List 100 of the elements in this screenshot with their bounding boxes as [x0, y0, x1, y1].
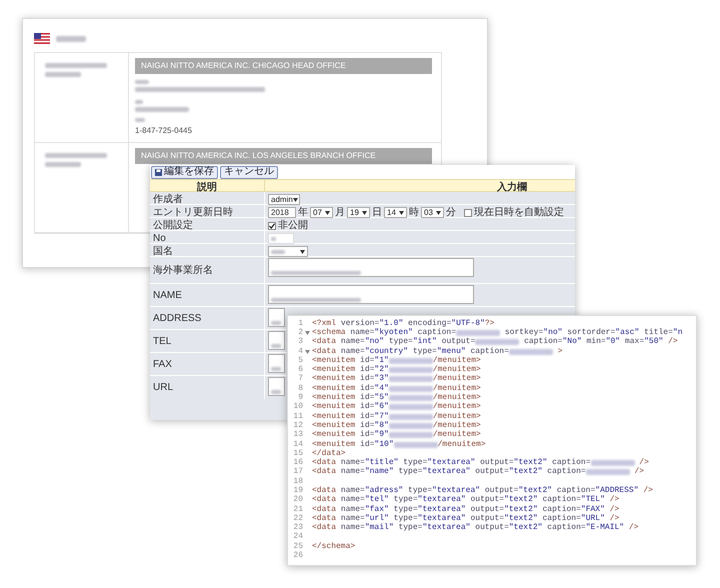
blurred-text [271, 236, 276, 240]
code-token: name= [340, 496, 365, 504]
code-token: /menuitem> [432, 422, 481, 430]
input-field[interactable] [268, 233, 294, 244]
blurred-text [388, 386, 433, 392]
code-token: <data [312, 496, 336, 504]
code-token: id= [359, 375, 374, 384]
code-token: output= [474, 468, 509, 476]
code-token: "title" [364, 459, 398, 468]
text-area[interactable] [268, 377, 285, 396]
code-token: "text2" [504, 506, 538, 514]
dropdown[interactable]: 19 [347, 207, 370, 218]
code-token: version= [340, 320, 380, 328]
code-token: output= [469, 496, 504, 504]
code-token: "text2" [514, 459, 548, 468]
code-token: type= [397, 468, 422, 476]
code-token: type= [388, 338, 413, 346]
line-number: 11 [292, 412, 303, 421]
blurred-text [271, 250, 285, 254]
fold-icon[interactable] [305, 330, 310, 335]
field-label: FAX [153, 358, 172, 372]
code-token: /> [639, 459, 649, 468]
code-token: name= [340, 486, 365, 495]
line-number: 2 [297, 328, 303, 337]
checkbox[interactable] [268, 222, 276, 230]
line-number: 9 [297, 394, 303, 402]
code-token: "textarea" [432, 486, 480, 495]
save-button[interactable]: 編集を保存 [151, 166, 218, 178]
code-token: "5" [374, 394, 389, 402]
checkbox[interactable] [464, 208, 472, 216]
dropdown[interactable]: 07 [310, 207, 333, 218]
line-number: 20 [292, 496, 303, 504]
blurred-text [388, 367, 433, 374]
code-token: "textarea" [418, 506, 466, 514]
code-token: output= [479, 459, 514, 468]
blurred-text [388, 376, 433, 382]
checkbox-label: 非公開 [278, 218, 308, 233]
dropdown[interactable]: 14 [384, 207, 407, 218]
code-token: <?xml [312, 320, 336, 328]
blurred-text [388, 422, 433, 429]
code-token: id= [359, 422, 374, 430]
code-token: /> [628, 524, 639, 532]
blurred-text [45, 153, 107, 158]
code-token: "asc" [615, 328, 640, 337]
code-token: "2" [374, 366, 389, 374]
year-field[interactable]: 2018 [268, 207, 296, 218]
code-token: name= [340, 338, 365, 346]
blurred-text [271, 320, 281, 325]
cancel-button[interactable]: キャンセル [220, 166, 278, 178]
code-token: <menuitem [312, 422, 356, 430]
caret-icon [399, 210, 404, 214]
code-token: "no" [543, 328, 562, 337]
dropdown[interactable]: admin [268, 194, 300, 205]
line-number: 12 [292, 422, 303, 430]
line-number: 6 [297, 366, 303, 374]
column-header: 入力欄 [496, 180, 528, 195]
code-token: "textarea" [427, 459, 476, 468]
field-label: ADDRESS [153, 312, 202, 326]
code-token: "10" [374, 440, 394, 448]
line-number: 5 [297, 356, 303, 365]
code-token: type= [412, 348, 437, 356]
code-token: "No" [562, 338, 582, 346]
text-area[interactable] [268, 308, 285, 327]
blurred-text [135, 80, 149, 84]
code-token: caption= [523, 338, 562, 346]
code-token: /menuitem> [432, 431, 481, 440]
code-token: caption= [541, 506, 581, 514]
text-area[interactable] [268, 354, 285, 373]
code-token: "4" [374, 384, 389, 393]
code-token: <menuitem [312, 394, 356, 402]
code-token: "0" [606, 338, 620, 346]
line-number: 10 [292, 403, 303, 412]
line-number: 19 [292, 486, 303, 495]
line-number: 17 [292, 468, 303, 476]
code-token: type= [392, 514, 418, 523]
code-token: <data [312, 348, 336, 356]
blurred-text [135, 118, 145, 122]
code-token: <menuitem [312, 403, 356, 412]
code-token: /> [642, 486, 653, 495]
line-number: 4 [297, 348, 303, 356]
dropdown[interactable]: 03 [421, 207, 444, 218]
code-token: /> [608, 496, 620, 504]
code-token: "3" [374, 375, 389, 384]
blurred-text [456, 330, 500, 336]
code-token: "ADDRESS" [595, 486, 639, 495]
fold-icon[interactable] [305, 350, 310, 354]
dropdown[interactable] [268, 246, 308, 257]
code-token: "6" [374, 403, 389, 412]
code-token: type= [392, 506, 418, 514]
blurred-text [135, 107, 189, 112]
code-token: caption= [416, 328, 456, 337]
code-token: id= [359, 366, 374, 374]
code-token: <data [312, 524, 336, 532]
code-token: "fax" [364, 506, 389, 514]
office-title-bar: NAIGAI NITTO AMERICA INC. CHICAGO HEAD OFFICE [135, 58, 432, 74]
code-token: caption= [552, 459, 590, 468]
text-area[interactable] [268, 285, 474, 304]
text-area[interactable] [268, 331, 285, 350]
code-token: name= [349, 328, 374, 337]
code-token: <data [312, 506, 336, 514]
